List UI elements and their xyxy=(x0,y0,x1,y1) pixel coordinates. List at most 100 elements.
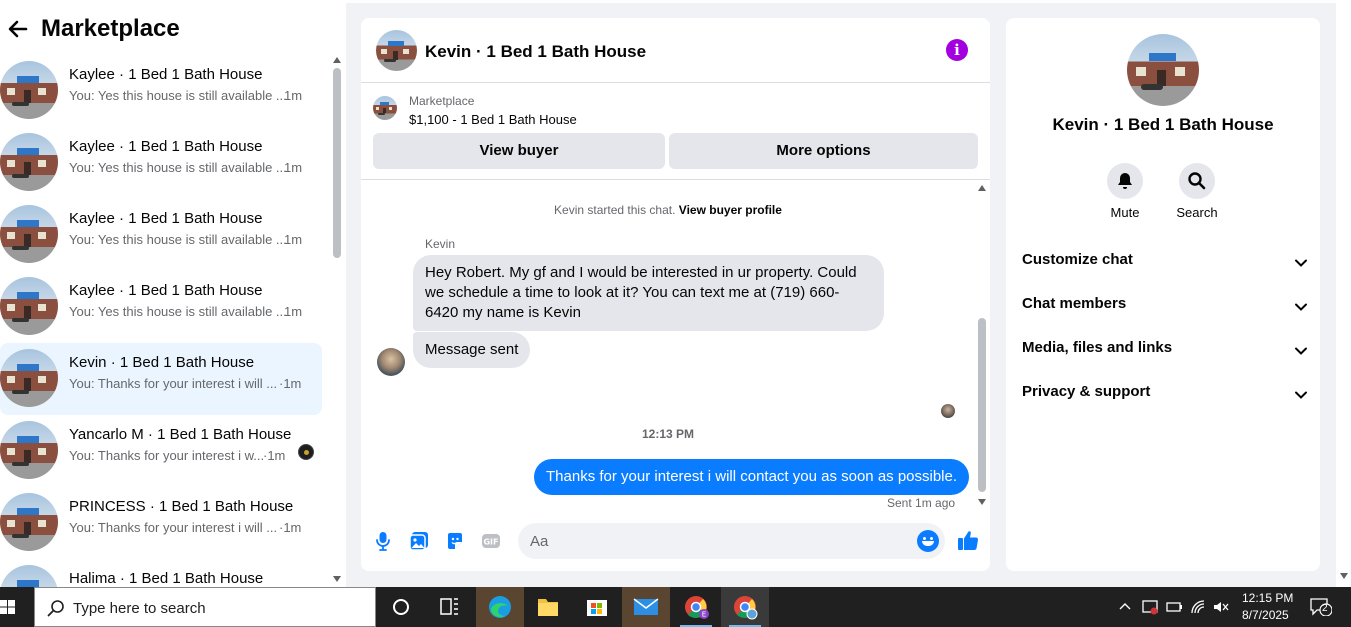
conversation-snippet: You: Thanks for your interest i will ... xyxy=(69,520,278,535)
conversation-list: Kaylee · 1 Bed 1 Bath House You: Yes thi… xyxy=(0,55,330,587)
conversation-item[interactable]: Kaylee · 1 Bed 1 Bath House You: Yes thi… xyxy=(0,127,322,199)
scroll-down-arrow-icon[interactable] xyxy=(333,576,341,582)
listing-category: Marketplace xyxy=(409,94,475,108)
conversation-item[interactable]: Kaylee · 1 Bed 1 Bath House You: Yes thi… xyxy=(0,199,322,271)
sidebar-header: Marketplace xyxy=(0,3,346,55)
thumbs-up-icon[interactable] xyxy=(957,529,979,551)
task-view-icon[interactable] xyxy=(425,587,473,627)
conversation-item[interactable]: Kaylee · 1 Bed 1 Bath House You: Yes thi… xyxy=(0,271,322,343)
listing-thumbnail xyxy=(0,205,58,263)
profile-avatar[interactable] xyxy=(1127,34,1199,106)
chat-scrollbar[interactable] xyxy=(975,181,989,511)
cortana-icon[interactable] xyxy=(377,587,425,627)
sticker-icon[interactable] xyxy=(445,531,465,551)
customize-chat-section[interactable]: Customize chat xyxy=(1022,251,1312,275)
battery-icon[interactable] xyxy=(1166,599,1184,615)
sidebar-scrollbar[interactable] xyxy=(330,55,344,587)
listing-thumbnail xyxy=(0,133,58,191)
media-files-links-section[interactable]: Media, files and links xyxy=(1022,339,1312,363)
scroll-down-arrow-icon[interactable] xyxy=(978,499,986,505)
view-buyer-button[interactable]: View buyer xyxy=(373,133,665,169)
incoming-message[interactable]: Message sent xyxy=(413,332,531,368)
bell-icon xyxy=(1118,173,1132,189)
chat-avatar[interactable] xyxy=(376,30,417,71)
conversation-name: Kaylee · 1 Bed 1 Bath House xyxy=(69,66,263,83)
section-label: Chat members xyxy=(1022,295,1127,312)
conversation-item[interactable]: Kaylee · 1 Bed 1 Bath House You: Yes thi… xyxy=(0,55,322,127)
system-clock[interactable]: 12:15 PM 8/7/2025 xyxy=(1242,590,1293,624)
volume-muted-icon[interactable] xyxy=(1212,599,1230,615)
search-button[interactable]: Search xyxy=(1172,163,1222,220)
mail-icon[interactable] xyxy=(622,587,670,627)
scrollbar-thumb[interactable] xyxy=(978,318,986,492)
chat-header: Kevin · 1 Bed 1 Bath House i xyxy=(361,18,990,83)
incoming-message[interactable]: Hey Robert. My gf and I would be interes… xyxy=(413,255,884,331)
conversation-name: Kaylee · 1 Bed 1 Bath House xyxy=(69,210,263,227)
edge-browser-icon[interactable] xyxy=(476,587,524,627)
conversation-name: Kaylee · 1 Bed 1 Bath House xyxy=(69,282,263,299)
listing-thumbnail xyxy=(0,421,58,479)
more-options-button[interactable]: More options xyxy=(669,133,978,169)
conversation-snippet: You: Thanks for your interest i w... xyxy=(69,448,265,463)
scroll-up-arrow-icon[interactable] xyxy=(333,57,341,63)
taskbar-search-placeholder: Type here to search xyxy=(73,600,206,617)
privacy-support-section[interactable]: Privacy & support xyxy=(1022,383,1312,407)
listing-thumbnail xyxy=(373,96,397,120)
chat-title[interactable]: Kevin · 1 Bed 1 Bath House xyxy=(425,42,646,62)
conversation-item-active[interactable]: Kevin · 1 Bed 1 Bath House You: Thanks f… xyxy=(0,343,322,415)
chevron-up-icon[interactable] xyxy=(1118,599,1132,615)
notification-center-icon[interactable]: 2 xyxy=(1310,598,1333,617)
conversation-item[interactable]: Halima · 1 Bed 1 Bath House xyxy=(0,559,322,587)
conversation-item[interactable]: Yancarlo M · 1 Bed 1 Bath House You: Tha… xyxy=(0,415,322,487)
file-explorer-icon[interactable] xyxy=(524,587,572,627)
seen-avatar xyxy=(298,444,314,460)
search-icon xyxy=(1188,172,1206,190)
outgoing-message[interactable]: Thanks for your interest i will contact … xyxy=(534,459,970,495)
listing-thumbnail xyxy=(0,493,58,551)
listing-thumbnail xyxy=(0,565,58,587)
mute-button[interactable]: Mute xyxy=(1100,163,1150,220)
sender-avatar[interactable] xyxy=(377,348,405,376)
scroll-down-arrow-icon[interactable] xyxy=(1340,573,1348,579)
wifi-icon[interactable] xyxy=(1190,599,1208,615)
security-icon[interactable] xyxy=(1142,598,1160,616)
chevron-down-icon xyxy=(1295,259,1307,267)
search-icon xyxy=(47,600,64,617)
message-input[interactable] xyxy=(518,523,945,559)
info-icon[interactable]: i xyxy=(946,39,968,61)
gif-icon[interactable]: GIF xyxy=(481,531,501,551)
back-arrow-icon[interactable] xyxy=(6,17,30,41)
windows-start-icon[interactable] xyxy=(0,587,20,627)
conversation-time: 1m xyxy=(284,304,303,319)
conversation-name: Kevin · 1 Bed 1 Bath House xyxy=(69,354,255,371)
section-label: Customize chat xyxy=(1022,251,1133,268)
chat-members-section[interactable]: Chat members xyxy=(1022,295,1312,319)
conversation-name: PRINCESS · 1 Bed 1 Bath House xyxy=(69,498,294,515)
microphone-icon[interactable] xyxy=(373,531,393,551)
page-title: Marketplace xyxy=(41,15,180,42)
scrollbar-thumb[interactable] xyxy=(333,68,341,258)
chrome-profile-icon[interactable] xyxy=(721,587,769,627)
listing-price-title[interactable]: $1,100 - 1 Bed 1 Bath House xyxy=(409,112,577,127)
chevron-down-icon xyxy=(1295,347,1307,355)
conversation-snippet: You: Yes this house is still available .… xyxy=(69,232,287,247)
chrome-profile-e-icon[interactable]: E xyxy=(672,587,720,627)
conversation-name: Yancarlo M · 1 Bed 1 Bath House xyxy=(69,426,292,443)
windows-taskbar: Type here to search E 12:15 PM 8/7/2025 … xyxy=(0,587,1351,627)
conversation-snippet: You: Yes this house is still available .… xyxy=(69,88,287,103)
section-label: Privacy & support xyxy=(1022,383,1151,400)
chat-window: Kevin · 1 Bed 1 Bath House i Marketplace… xyxy=(361,18,990,571)
page-scrollbar[interactable] xyxy=(1336,3,1351,587)
message-timestamp: 12:13 PM xyxy=(641,427,695,441)
conversation-time: 1m xyxy=(284,88,303,103)
conversation-name: Kaylee · 1 Bed 1 Bath House xyxy=(69,138,263,155)
emoji-icon[interactable] xyxy=(917,530,939,552)
listing-banner: Marketplace $1,100 - 1 Bed 1 Bath House … xyxy=(361,84,990,180)
listing-thumbnail xyxy=(0,61,58,119)
taskbar-search-box[interactable]: Type here to search xyxy=(34,587,376,627)
scroll-up-arrow-icon[interactable] xyxy=(978,185,986,191)
view-buyer-profile-link[interactable]: View buyer profile xyxy=(679,203,782,217)
photo-icon[interactable] xyxy=(409,531,429,551)
microsoft-store-icon[interactable] xyxy=(573,587,621,627)
conversation-item[interactable]: PRINCESS · 1 Bed 1 Bath House You: Thank… xyxy=(0,487,322,559)
